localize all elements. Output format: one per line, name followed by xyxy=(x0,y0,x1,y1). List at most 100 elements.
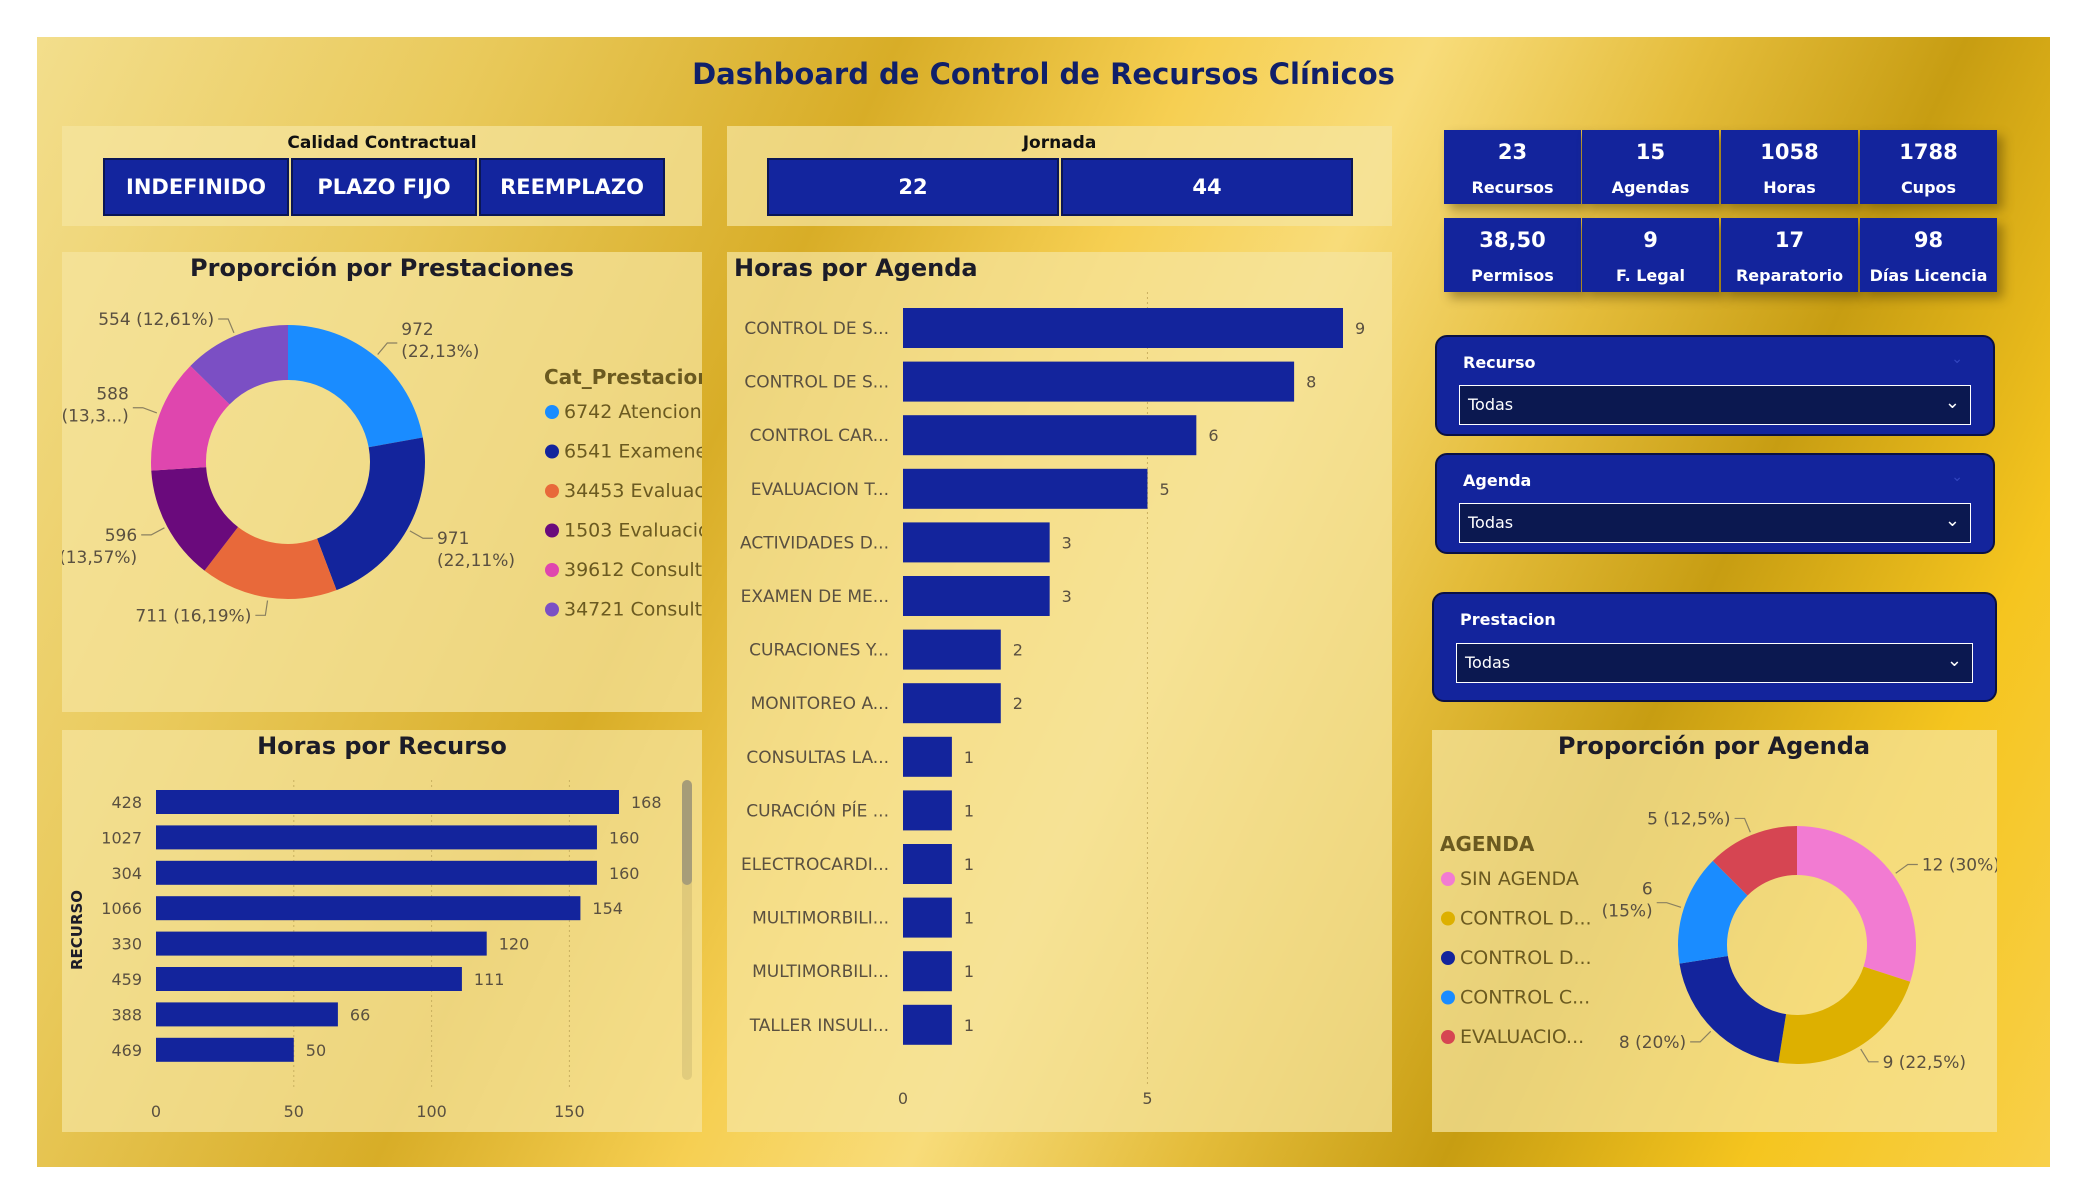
slicer-option-22[interactable]: 22 xyxy=(767,158,1059,216)
bar[interactable] xyxy=(903,415,1197,456)
legend-item[interactable]: SIN AGENDA xyxy=(1460,868,1579,890)
tick-label: 100 xyxy=(416,1102,447,1121)
scrollbar-thumb[interactable] xyxy=(682,780,692,885)
tick-label: 5 xyxy=(1142,1089,1152,1108)
leader-line xyxy=(132,407,158,414)
bar[interactable] xyxy=(156,896,581,921)
agenda-dropdown[interactable]: Todas ⌄ xyxy=(1459,503,1971,543)
bar[interactable] xyxy=(903,522,1050,563)
chart-title: Horas por Agenda xyxy=(734,254,978,282)
bar[interactable] xyxy=(903,576,1050,616)
legend-item[interactable]: 34453 Evaluaci... xyxy=(564,480,728,502)
dashboard-canvas: Dashboard de Control de Recursos Clínico… xyxy=(37,37,2050,1167)
slicer-option-plazo-fijo[interactable]: PLAZO FIJO xyxy=(291,158,477,216)
bar[interactable] xyxy=(903,683,1001,724)
legend-item[interactable]: CONTROL D... xyxy=(1460,947,1592,969)
chevron-down-icon: ⌄ xyxy=(1951,351,1963,367)
data-label: (22,13%) xyxy=(401,342,479,362)
tick-label: 150 xyxy=(554,1102,585,1121)
horas-recurso-bar-chart: Horas por Recurso 0 50 100 150 428 168 1027 160 3… xyxy=(68,732,662,1121)
leader-line xyxy=(1734,817,1751,833)
bar[interactable] xyxy=(903,897,952,938)
prestaciones-donut-chart: Proporción por Prestaciones 972(22,13%) 97… xyxy=(59,254,728,626)
kpi-label: Reparatorio xyxy=(1735,266,1844,285)
filter-agenda: Agenda ⌄ Todas ⌄ xyxy=(1435,453,1995,554)
horas-agenda-bar-chart: Horas por Agenda 0 5 CONTROL DE S... 9 CONTRO… xyxy=(734,254,1365,1108)
bar[interactable] xyxy=(903,736,952,777)
filter-recurso: Recurso ⌄ Todas ⌄ xyxy=(1435,335,1995,436)
chevron-down-icon: ⌄ xyxy=(1944,392,1960,413)
slicer-option-reemplazo[interactable]: REEMPLAZO xyxy=(479,158,665,216)
data-label: (13,57%) xyxy=(62,548,137,568)
data-label: 9 (22,5%) xyxy=(1883,1053,1967,1073)
data-label: 554 (12,61%) xyxy=(98,310,214,330)
leader-line xyxy=(1656,902,1682,908)
bar[interactable] xyxy=(156,967,462,991)
bar[interactable] xyxy=(156,860,597,885)
legend-marker xyxy=(1441,911,1455,926)
data-label: 3 xyxy=(1062,533,1072,552)
donut-slice[interactable] xyxy=(1797,826,1916,982)
bar[interactable] xyxy=(156,931,487,956)
donut-slice[interactable] xyxy=(1778,966,1911,1064)
legend-marker xyxy=(1441,872,1455,886)
data-label: 5 (12,5%) xyxy=(1647,809,1731,829)
data-label: 160 xyxy=(609,828,640,847)
kpi-card: 15 Agendas xyxy=(1582,130,1719,204)
bar[interactable] xyxy=(903,951,952,992)
legend-item[interactable]: CONTROL D... xyxy=(1460,908,1592,930)
bar[interactable] xyxy=(156,825,597,850)
agenda-donut-chart: Proporción por Agenda 12 (30%) 9 (22,5%) 8 … xyxy=(1440,732,2000,1073)
donut-slice[interactable] xyxy=(1679,955,1787,1063)
slicer-label: Jornada xyxy=(1022,133,1097,153)
data-label: 596 xyxy=(105,526,137,546)
category-label: CURACIONES Y... xyxy=(749,641,889,661)
category-label: CONTROL CAR... xyxy=(750,426,889,446)
legend-item[interactable]: 6541 Examene... xyxy=(564,441,725,463)
data-label: (22,11%) xyxy=(437,551,515,571)
category-label: MULTIMORBILI... xyxy=(752,909,889,929)
data-label: 160 xyxy=(609,864,640,883)
legend-item[interactable]: 39612 Consult... xyxy=(564,559,720,581)
data-label: 972 xyxy=(401,320,433,340)
legend-title: AGENDA xyxy=(1440,832,1535,856)
slicer-option-indefinido[interactable]: INDEFINIDO xyxy=(103,158,289,216)
prestaciones-donut-panel: Proporción por Prestaciones 972 (22,13%) 97… xyxy=(59,252,728,712)
tick-label: 0 xyxy=(898,1089,908,1108)
donut-slice[interactable] xyxy=(317,437,425,591)
kpi-label: Días Licencia xyxy=(1869,266,1988,285)
bar[interactable] xyxy=(903,308,1343,348)
legend-item[interactable]: CONTROL C... xyxy=(1460,987,1590,1009)
dropdown-value: Todas xyxy=(1468,395,1514,414)
bar[interactable] xyxy=(903,1004,952,1045)
scrollbar-track[interactable] xyxy=(682,780,692,1080)
kpi-label: Cupos xyxy=(1900,178,1957,197)
bar[interactable] xyxy=(156,1037,294,1062)
filter-label: Agenda xyxy=(1463,471,1532,490)
legend-title: Cat_Prestacion xyxy=(544,365,702,389)
bar[interactable] xyxy=(903,468,1148,509)
kpi-label: Agendas xyxy=(1611,178,1690,197)
data-label: 66 xyxy=(350,1005,370,1024)
dropdown-value: Todas xyxy=(1468,513,1514,532)
kpi-value: 9 xyxy=(1643,228,1658,252)
bar[interactable] xyxy=(903,361,1295,402)
legend-item[interactable]: 34721 Consult... xyxy=(564,599,720,621)
bar[interactable] xyxy=(903,629,1001,670)
bar[interactable] xyxy=(156,790,619,814)
chevron-down-icon: ⌄ xyxy=(1951,469,1963,485)
category-label: 469 xyxy=(111,1041,142,1060)
chevron-down-icon: ⌄ xyxy=(1946,650,1962,671)
data-label: 1 xyxy=(964,748,974,767)
bar[interactable] xyxy=(156,1002,338,1027)
legend-item[interactable]: 6742 Atencion... xyxy=(564,401,720,423)
category-label: 330 xyxy=(111,935,142,954)
bar[interactable] xyxy=(903,844,952,884)
legend-item[interactable]: EVALUACIO... xyxy=(1460,1026,1584,1048)
slicer-option-44[interactable]: 44 xyxy=(1061,158,1353,216)
category-label: 388 xyxy=(111,1005,142,1024)
legend-item[interactable]: 1503 Evaluacio... xyxy=(564,520,727,542)
recurso-dropdown[interactable]: Todas ⌄ xyxy=(1459,385,1971,425)
bar[interactable] xyxy=(903,790,952,831)
prestacion-dropdown[interactable]: Todas ⌄ xyxy=(1456,643,1973,683)
